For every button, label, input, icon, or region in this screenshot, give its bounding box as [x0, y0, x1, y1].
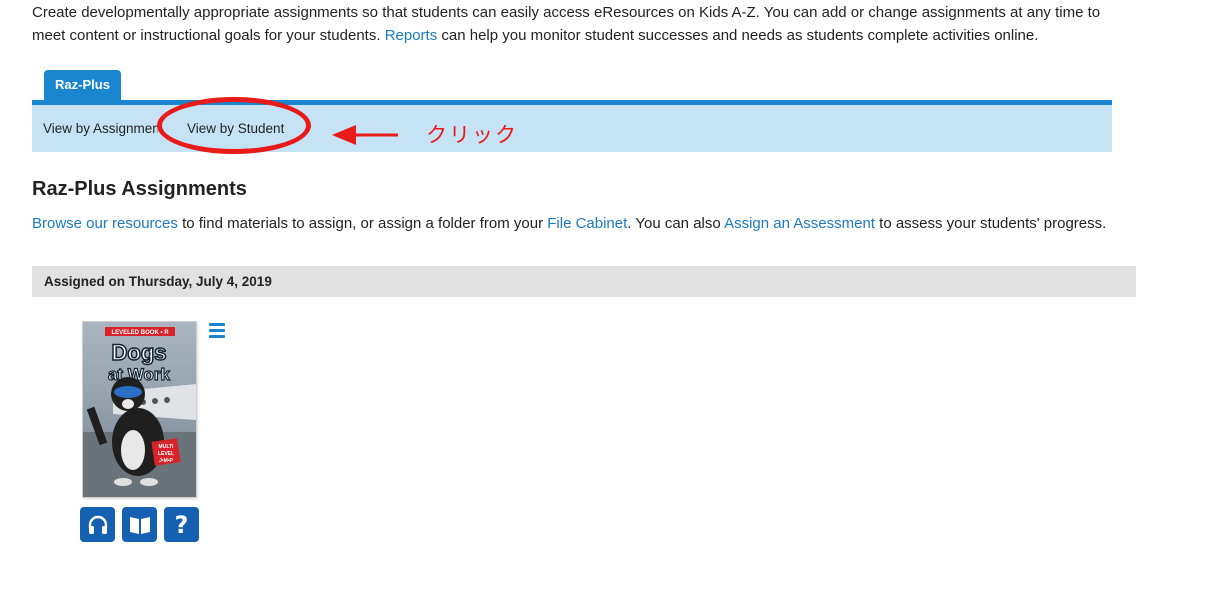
intro-text-after: can help you monitor student successes a… [437, 27, 1039, 44]
section-heading: Raz-Plus Assignments [32, 178, 247, 200]
listen-button[interactable] [80, 507, 115, 542]
page: Create developmentally appropriate assig… [0, 0, 1231, 591]
quiz-button[interactable]: ? [164, 507, 199, 542]
view-by-assignment-tab[interactable]: View by Assignment [43, 105, 158, 152]
hamburger-menu-icon[interactable] [209, 323, 225, 338]
book-badge-line1: MULTI [159, 444, 175, 450]
browse-text-1: to find materials to assign, or assign a… [177, 215, 548, 232]
browse-text-3: to assess your students' progress. [874, 215, 1107, 232]
file-cabinet-link[interactable]: File Cabinet [547, 215, 627, 232]
question-icon: ? [174, 510, 189, 539]
browse-resources-link[interactable]: Browse our resources [32, 215, 178, 232]
book-cover[interactable]: LEVELED BOOK • R Dogs at Work MULTI LEVE… [82, 321, 197, 498]
annotation-label: クリック [426, 123, 518, 147]
reports-link[interactable]: Reports [385, 27, 438, 44]
book-badge-line2: LEVEL [158, 451, 174, 457]
assignment-date-bar: Assigned on Thursday, July 4, 2019 [32, 266, 1136, 297]
annotation-circle [157, 97, 311, 154]
tab-raz-plus[interactable]: Raz-Plus [44, 70, 121, 101]
book-badge-line3: J•M•P [159, 458, 173, 464]
book-cover-art: LEVELED BOOK • R Dogs at Work MULTI LEVE… [83, 322, 196, 497]
browse-text-2: . You can also [627, 215, 725, 232]
intro-paragraph: Create developmentally appropriate assig… [32, 1, 1122, 47]
book-series-label: LEVELED BOOK • R [111, 330, 169, 336]
browse-paragraph: Browse our resources to find materials t… [32, 212, 1106, 236]
read-button[interactable] [122, 507, 157, 542]
annotation-arrow [332, 125, 398, 145]
open-book-icon [129, 516, 150, 534]
headphones-icon [88, 515, 107, 534]
assignment-date-label: Assigned on Thursday, July 4, 2019 [44, 274, 272, 289]
assign-assessment-link[interactable]: Assign an Assessment [724, 215, 875, 232]
book-title-line1: Dogs [112, 340, 167, 365]
